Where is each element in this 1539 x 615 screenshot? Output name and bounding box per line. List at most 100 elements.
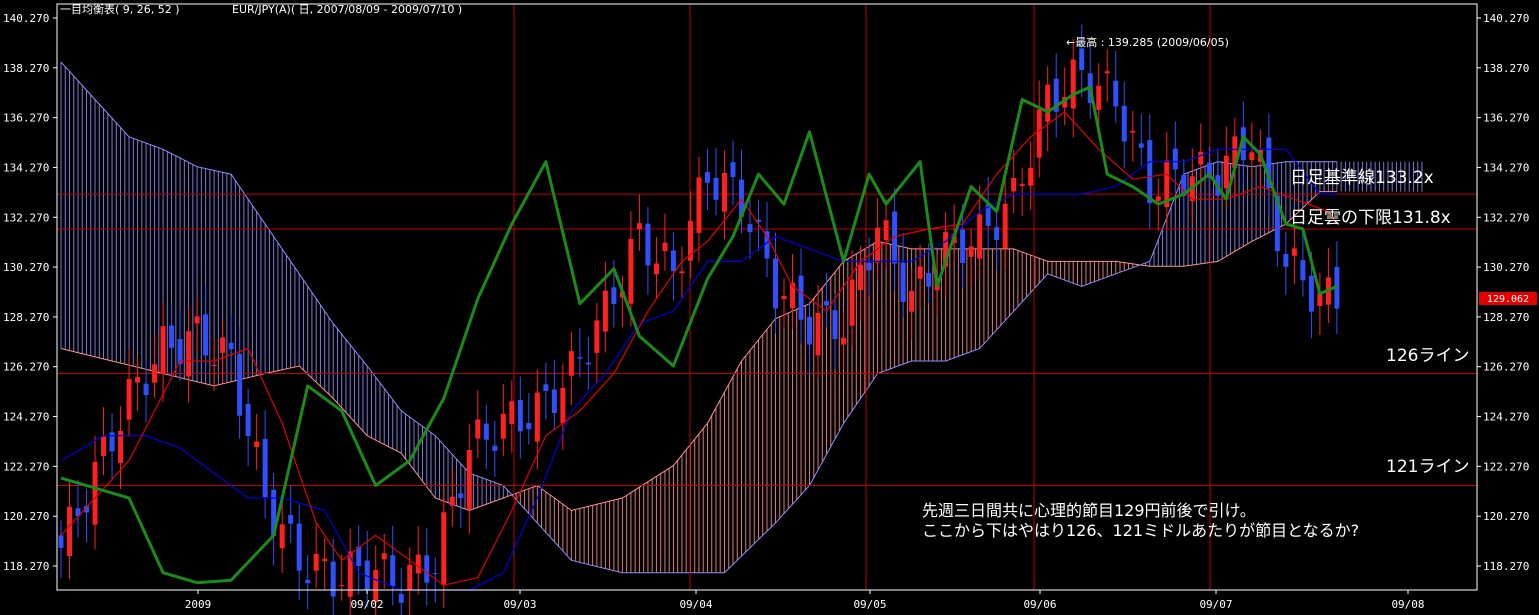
bear-candle xyxy=(169,325,175,348)
bull-candle xyxy=(628,239,634,304)
bear-candle xyxy=(458,493,464,499)
y-tick-label-right: 130.270 xyxy=(1483,261,1529,274)
y-tick-label-right: 132.270 xyxy=(1483,211,1529,224)
bull-candle xyxy=(407,564,413,591)
high-annotation: ←最高 : 139.285 (2009/06/05) xyxy=(1066,35,1229,49)
bear-candle xyxy=(492,445,498,451)
bull-candle xyxy=(883,220,889,241)
y-tick-label-right: 138.270 xyxy=(1483,62,1529,75)
bear-candle xyxy=(526,423,532,430)
bear-candle xyxy=(483,423,489,440)
x-tick-label: 09/05 xyxy=(853,598,886,611)
bull-candle xyxy=(449,496,455,506)
bear-candle xyxy=(866,262,872,271)
bear-candle xyxy=(747,224,753,233)
bull-candle xyxy=(381,553,387,560)
bear-candle xyxy=(798,275,804,320)
bear-candle xyxy=(824,301,830,306)
bull-candle xyxy=(696,177,702,233)
bull-candle xyxy=(636,223,642,230)
bull-candle xyxy=(568,351,574,376)
bull-candle xyxy=(92,462,98,525)
bull-candle xyxy=(313,553,319,571)
current-price-label: 129.062 xyxy=(1487,294,1529,305)
bear-candle xyxy=(143,383,149,396)
y-tick-label-left: 118.270 xyxy=(3,560,49,573)
ichimoku-chart: 140.270 140.270 138.270 138.270 136.270 136.2… xyxy=(3,2,1537,615)
bull-candle xyxy=(194,316,200,324)
bear-candle xyxy=(305,579,311,584)
bear-candle xyxy=(645,223,651,266)
cloud-low-label: 日足雲の下限131.8x xyxy=(1290,208,1451,228)
y-tick-label-right: 128.270 xyxy=(1483,311,1529,324)
bull-candle xyxy=(875,227,881,263)
bear-candle xyxy=(764,231,770,259)
y-tick-label-right: 140.270 xyxy=(1483,12,1529,25)
bull-candle xyxy=(466,450,472,510)
bear-candle xyxy=(577,357,583,359)
bear-candle xyxy=(773,258,779,309)
bear-candle xyxy=(1121,105,1127,142)
bear-candle xyxy=(670,250,676,272)
bear-candle xyxy=(424,555,430,583)
y-tick-label-right: 118.270 xyxy=(1483,560,1529,573)
bear-candle xyxy=(713,177,719,200)
bull-candle xyxy=(67,506,73,557)
x-tick-label: 09/07 xyxy=(1199,598,1232,611)
bull-candle xyxy=(220,337,226,353)
x-tick-label: 09/06 xyxy=(1023,598,1056,611)
bull-candle xyxy=(1155,196,1161,201)
bull-candle xyxy=(1198,151,1204,165)
bull-candle xyxy=(1104,71,1110,74)
y-tick-label-left: 126.270 xyxy=(3,361,49,374)
bull-candle xyxy=(1070,59,1076,109)
bear-candle xyxy=(1113,80,1119,107)
bull-candle xyxy=(1291,248,1297,256)
y-tick-label-left: 136.270 xyxy=(3,112,49,125)
comment-line-2: ここから下はやはり126、121ミドルあたりが節目となるか? xyxy=(922,521,1359,540)
bear-candle xyxy=(994,227,1000,241)
bull-candle xyxy=(858,264,864,291)
bear-candle xyxy=(245,403,251,437)
bull-candle xyxy=(560,387,566,424)
bear-candle xyxy=(228,342,234,350)
chart-symbol: EUR/JPY(A)( 日, 2007/08/09 - 2009/07/10 ) xyxy=(232,3,462,16)
bull-candle xyxy=(475,419,481,439)
bull-candle xyxy=(135,377,141,383)
bull-candle xyxy=(1036,109,1042,158)
bear-candle xyxy=(1308,275,1314,312)
bear-candle xyxy=(832,310,838,340)
bear-candle xyxy=(203,314,209,356)
bull-candle xyxy=(534,392,540,442)
bear-candle xyxy=(1283,254,1289,267)
bear-candle xyxy=(926,272,932,287)
bear-candle xyxy=(177,339,183,365)
bull-candle xyxy=(441,512,447,586)
bull-candle xyxy=(594,320,600,353)
y-tick-label-left: 120.270 xyxy=(3,510,49,523)
y-tick-label-left: 140.270 xyxy=(3,12,49,25)
bear-candle xyxy=(730,162,736,177)
x-tick-label: 09/02 xyxy=(350,598,383,611)
y-tick-label-left: 134.270 xyxy=(3,161,49,174)
x-tick-label: 2009 xyxy=(185,598,212,611)
bear-candle xyxy=(288,515,294,524)
bull-candle xyxy=(1249,152,1255,161)
bull-candle xyxy=(1045,84,1051,122)
bear-candle xyxy=(543,384,549,391)
y-tick-label-right: 120.270 xyxy=(1483,510,1529,523)
chart-title: 一目均衡表( 9, 26, 52 ) xyxy=(60,2,180,16)
bear-candle xyxy=(432,572,438,574)
bear-candle xyxy=(398,593,404,603)
y-tick-label-left: 130.270 xyxy=(3,261,49,274)
y-tick-label-right: 134.270 xyxy=(1483,161,1529,174)
y-tick-label-right: 124.270 xyxy=(1483,411,1529,424)
bear-candle xyxy=(390,555,396,587)
bear-candle xyxy=(296,523,302,571)
y-tick-label-left: 132.270 xyxy=(3,211,49,224)
bear-candle xyxy=(585,362,591,365)
axis-layer: 140.270 140.270 138.270 138.270 136.270 136.2… xyxy=(3,3,1529,611)
bull-candle xyxy=(602,290,608,332)
bull-candle xyxy=(500,413,506,439)
bear-candle xyxy=(960,229,966,263)
